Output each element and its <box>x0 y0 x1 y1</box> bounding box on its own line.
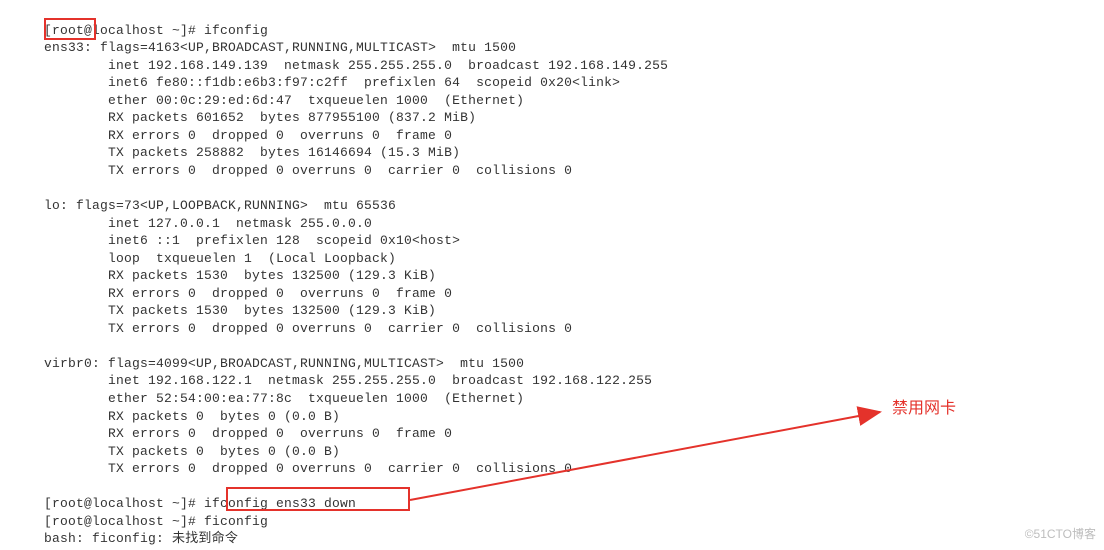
virbr0-header: virbr0: flags=4099<UP,BROADCAST,RUNNING,… <box>44 356 524 371</box>
virbr0-rx-errors: RX errors 0 dropped 0 overruns 0 frame 0 <box>44 426 452 441</box>
ens33-tx-packets: TX packets 258882 bytes 16146694 (15.3 M… <box>44 145 460 160</box>
lo-inet: inet 127.0.0.1 netmask 255.0.0.0 <box>44 216 372 231</box>
prompt-line-3: [root@localhost ~]# ficonfig <box>44 514 268 529</box>
virbr0-inet: inet 192.168.122.1 netmask 255.255.255.0… <box>44 373 652 388</box>
prompt-line-2: [root@localhost ~]# ifconfig ens33 down <box>44 496 356 511</box>
terminal-output: [root@localhost ~]# ifconfig ens33: flag… <box>0 0 1104 550</box>
bash-error: bash: ficonfig: 未找到命令 <box>44 531 238 546</box>
lo-tx-errors: TX errors 0 dropped 0 overruns 0 carrier… <box>44 321 572 336</box>
lo-inet6: inet6 ::1 prefixlen 128 scopeid 0x10<hos… <box>44 233 460 248</box>
ens33-rx-errors: RX errors 0 dropped 0 overruns 0 frame 0 <box>44 128 452 143</box>
lo-loop: loop txqueuelen 1 (Local Loopback) <box>44 251 396 266</box>
lo-rx-packets: RX packets 1530 bytes 132500 (129.3 KiB) <box>44 268 436 283</box>
ens33-tx-errors: TX errors 0 dropped 0 overruns 0 carrier… <box>44 163 572 178</box>
ens33-inet6: inet6 fe80::f1db:e6b3:f97:c2ff prefixlen… <box>44 75 620 90</box>
lo-rx-errors: RX errors 0 dropped 0 overruns 0 frame 0 <box>44 286 452 301</box>
virbr0-tx-packets: TX packets 0 bytes 0 (0.0 B) <box>44 444 340 459</box>
virbr0-ether: ether 52:54:00:ea:77:8c txqueuelen 1000 … <box>44 391 524 406</box>
ens33-ether: ether 00:0c:29:ed:6d:47 txqueuelen 1000 … <box>44 93 524 108</box>
virbr0-tx-errors: TX errors 0 dropped 0 overruns 0 carrier… <box>44 461 572 476</box>
ens33-inet: inet 192.168.149.139 netmask 255.255.255… <box>44 58 668 73</box>
ens33-rx-packets: RX packets 601652 bytes 877955100 (837.2… <box>44 110 476 125</box>
ens33-header: ens33: flags=4163<UP,BROADCAST,RUNNING,M… <box>44 40 516 55</box>
prompt-line-1: [root@localhost ~]# ifconfig <box>44 23 268 38</box>
lo-tx-packets: TX packets 1530 bytes 132500 (129.3 KiB) <box>44 303 436 318</box>
virbr0-rx-packets: RX packets 0 bytes 0 (0.0 B) <box>44 409 340 424</box>
lo-header: lo: flags=73<UP,LOOPBACK,RUNNING> mtu 65… <box>44 198 396 213</box>
